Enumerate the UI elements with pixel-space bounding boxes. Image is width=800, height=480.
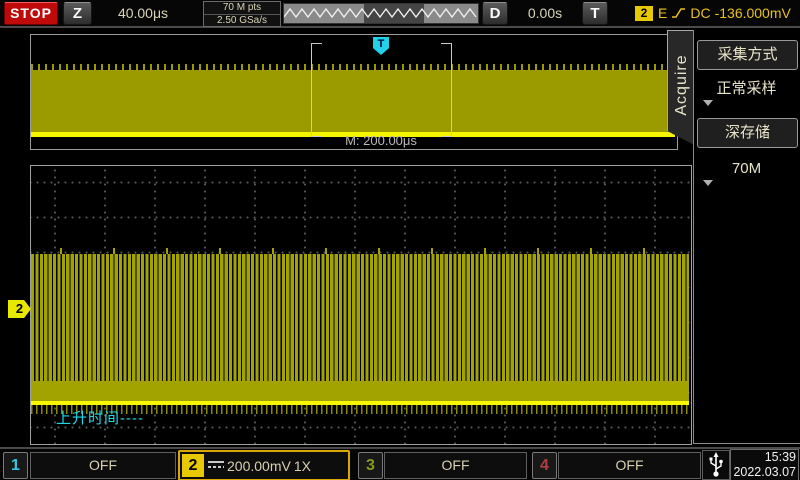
rise-time-measurement: 上升时间----: [56, 407, 144, 428]
channel-status-bar: 1 OFF 2 200.00mV 1X 3 OFF 4 OFF: [0, 447, 800, 480]
zoom-window-bracket-right[interactable]: [441, 43, 452, 137]
trigger-position-marker[interactable]: T: [373, 37, 389, 55]
time-value: 15:39: [731, 450, 798, 465]
zoom-window-bracket-left[interactable]: [311, 43, 322, 137]
menu-value-memory-depth[interactable]: 70M: [697, 152, 796, 190]
memory-depth-value: 70 M pts: [204, 2, 280, 15]
main-waveform-area: 上升时间---- ✕ 操作到极限!: [30, 165, 692, 445]
top-status-bar: STOP Z 40.00μs 70 M pts 2.50 GSa/s D 0.0…: [0, 0, 800, 28]
delay-readout: 0.00s: [508, 5, 582, 21]
sample-mode-label: 正常采样: [716, 80, 776, 97]
channel-2-badge[interactable]: 2: [182, 454, 204, 477]
dc-coupling-icon: [208, 461, 224, 471]
trigger-menu-button[interactable]: T: [582, 2, 608, 25]
zigzag-waveform-icon: [284, 4, 478, 23]
waveform-position-strip[interactable]: [283, 3, 479, 24]
dropdown-arrow-icon: [703, 100, 713, 106]
menu-item-acquire-mode[interactable]: 采集方式: [697, 40, 798, 70]
channel2-position-marker[interactable]: 2: [8, 300, 31, 318]
trigger-coupling-label: DC: [690, 5, 710, 21]
memory-depth-box: 70 M pts 2.50 GSa/s: [203, 1, 281, 27]
channel-3-status[interactable]: OFF: [384, 452, 527, 479]
acquire-tab-label: Acquire: [673, 54, 691, 115]
acquire-tab[interactable]: Acquire: [667, 30, 696, 146]
channel-2-cell[interactable]: 2 200.00mV 1X: [178, 450, 350, 480]
channel-2-probe: 1X: [294, 458, 311, 474]
overview-waveform-band: [31, 70, 675, 132]
channel-2-scale: 200.00mV: [227, 458, 291, 474]
dropdown-arrow-icon: [703, 180, 713, 186]
zoom-button[interactable]: Z: [63, 2, 92, 25]
sample-rate-value: 2.50 GSa/s: [204, 15, 280, 27]
channel2-waveform-base: [31, 381, 689, 401]
oscilloscope-screen: STOP Z 40.00μs 70 M pts 2.50 GSa/s D 0.0…: [0, 0, 800, 480]
usb-icon: [708, 452, 724, 478]
channel-4-status[interactable]: OFF: [558, 452, 701, 479]
channel-3-badge[interactable]: 3: [358, 452, 383, 479]
main-timebase-label: M: 200.00μs: [311, 133, 451, 148]
delay-button[interactable]: D: [482, 2, 508, 25]
channel-1-status[interactable]: OFF: [30, 452, 176, 479]
timebase-readout: 40.00μs: [98, 5, 188, 21]
run-stop-button[interactable]: STOP: [4, 2, 58, 25]
trigger-status: 2 E DC -136.000mV: [615, 0, 800, 26]
rising-edge-icon: [671, 6, 686, 20]
date-value: 2022.03.07: [731, 465, 798, 480]
menu-item-deep-memory[interactable]: 深存储: [697, 118, 798, 148]
clock: 15:39 2022.03.07: [730, 449, 799, 480]
acquire-menu-panel: 采集方式 正常采样 深存储 70M: [693, 30, 800, 444]
channel-1-badge[interactable]: 1: [3, 452, 28, 479]
memory-depth-label: 70M: [732, 160, 761, 177]
channel2-waveform: [31, 254, 689, 381]
usb-indicator: [702, 450, 730, 480]
record-overview-window: T M: 200.00μs: [30, 34, 678, 150]
trigger-channel-badge: 2: [635, 6, 653, 21]
channel-4-badge[interactable]: 4: [532, 452, 557, 479]
menu-value-sample-mode[interactable]: 正常采样: [697, 72, 796, 110]
trigger-level-value: -136.000mV: [715, 5, 791, 21]
trigger-type-label: E: [658, 5, 667, 21]
